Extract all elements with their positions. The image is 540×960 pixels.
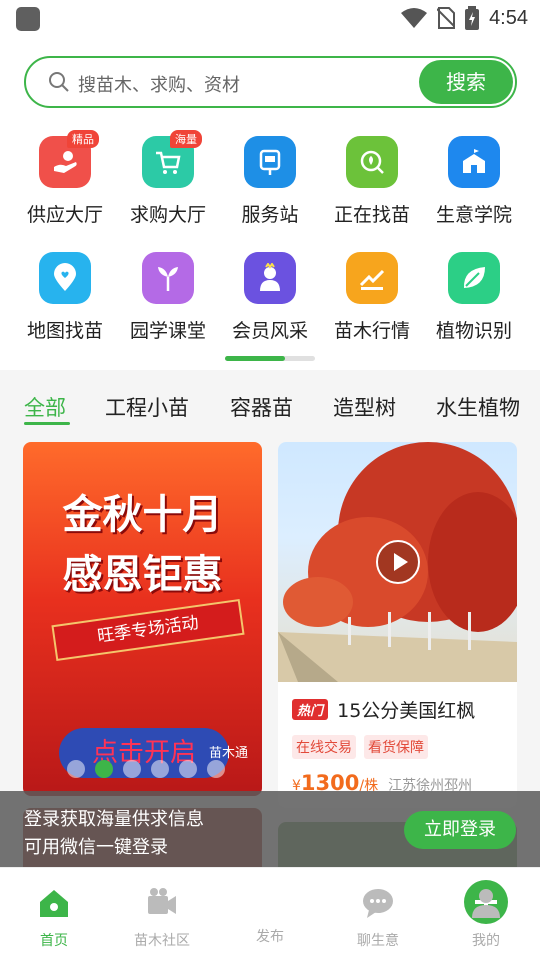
login-prompt-bar: 登录获取海量供求信息 可用微信一键登录 立即登录 <box>0 791 540 867</box>
search-leaf-icon <box>346 136 398 188</box>
carousel-dot[interactable] <box>207 760 225 778</box>
active-tab-indicator <box>24 422 70 425</box>
promo-ribbon: 旺季专场活动 <box>51 598 245 662</box>
nav-label: 苗木社区 <box>134 933 190 949</box>
home-icon <box>40 890 68 917</box>
login-prompt-line2: 可用微信一键登录 <box>24 837 168 858</box>
promo-logo: 苗木通 <box>208 746 248 761</box>
carousel-dot[interactable] <box>67 760 85 778</box>
shortcut-label: 求购大厅 <box>129 204 206 226</box>
school-icon <box>448 136 500 188</box>
carousel-dots <box>67 760 225 778</box>
tab-aquatic-plants[interactable]: 水生植物 <box>436 392 520 422</box>
product-card[interactable]: 热门 15公分美国红枫 在线交易 看货保障 ¥ 1300 /株 江苏徐州邳州 <box>278 442 517 808</box>
cart-icon: 海量 <box>142 130 202 188</box>
hand-icon: 精品 <box>39 130 99 188</box>
shortcut-member-showcase[interactable]: 会员风采 <box>217 252 323 343</box>
search-input[interactable]: 搜苗木、求购、资材 <box>78 71 240 97</box>
shortcut-plant-identify[interactable]: 植物识别 <box>421 252 527 343</box>
shortcut-label: 地图找苗 <box>26 320 103 342</box>
shortcut-supply-hall[interactable]: 精品 供应大厅 <box>12 130 118 227</box>
tab-engineering-seedlings[interactable]: 工程小苗 <box>105 392 189 422</box>
nav-chat[interactable]: 聊生意 <box>324 868 432 950</box>
chat-icon <box>363 889 393 918</box>
promo-banner[interactable]: 金秋十月 感恩钜惠 旺季专场活动 点击开启 苗木通 <box>23 442 262 796</box>
profile-icon <box>472 889 500 918</box>
product-title: 15公分美国红枫 <box>337 700 476 722</box>
shortcut-label: 生意学院 <box>435 204 512 226</box>
shortcut-label: 正在找苗 <box>333 204 410 226</box>
shortcut-label: 供应大厅 <box>26 204 103 226</box>
login-prompt-line1: 登录获取海量供求信息 <box>24 809 204 830</box>
shortcut-purchase-hall[interactable]: 海量 求购大厅 <box>115 130 221 227</box>
shortcut-business-school[interactable]: 生意学院 <box>421 136 527 227</box>
shortcut-garden-class[interactable]: 园学课堂 <box>115 252 221 343</box>
sprout-icon <box>142 252 194 304</box>
tab-container-seedlings[interactable]: 容器苗 <box>230 392 293 422</box>
member-icon <box>244 252 296 304</box>
bottom-nav: 首页 苗木社区 发布 聊生意 我的 <box>0 867 540 960</box>
notification-icon <box>16 7 40 31</box>
carousel-dot[interactable] <box>179 760 197 778</box>
tag-online-trade: 在线交易 <box>292 735 356 759</box>
play-icon[interactable] <box>376 540 420 584</box>
nav-home[interactable]: 首页 <box>0 868 108 950</box>
shortcut-label: 园学课堂 <box>129 320 206 342</box>
clock: 4:54 <box>489 6 528 29</box>
tab-all[interactable]: 全部 <box>24 392 66 422</box>
search-button[interactable]: 搜索 <box>419 60 513 104</box>
shortcut-map-search[interactable]: 地图找苗 <box>12 252 118 343</box>
grid-page-indicator <box>225 356 315 361</box>
wifi-icon <box>401 8 428 28</box>
promo-subheadline: 感恩钜惠 <box>62 551 223 598</box>
product-video-thumbnail[interactable] <box>278 442 517 682</box>
shortcut-market-trends[interactable]: 苗木行情 <box>319 252 425 343</box>
shortcut-label: 苗木行情 <box>333 320 410 342</box>
promo-headline: 金秋十月 <box>62 491 223 538</box>
no-sim-icon <box>437 7 456 29</box>
nav-label: 聊生意 <box>357 933 399 949</box>
video-icon <box>148 888 176 914</box>
login-button[interactable]: 立即登录 <box>404 811 516 849</box>
nav-profile[interactable]: 我的 <box>432 868 540 950</box>
tab-shaped-trees[interactable]: 造型树 <box>333 392 396 422</box>
category-tabs: 全部 工程小苗 容器苗 造型树 水生植物 <box>0 378 540 430</box>
hot-badge: 热门 <box>292 699 329 720</box>
nav-label: 我的 <box>472 933 500 949</box>
badge-premium: 精品 <box>67 130 99 148</box>
carousel-dot-active[interactable] <box>95 760 113 778</box>
tag-inspection-guarantee: 看货保障 <box>364 735 428 759</box>
search-icon <box>49 72 69 92</box>
leaf-icon <box>448 252 500 304</box>
shortcut-service-station[interactable]: 服务站 <box>217 136 323 227</box>
nav-publish[interactable]: 发布 <box>216 868 508 946</box>
map-pin-icon <box>39 252 91 304</box>
badge-volume: 海量 <box>170 130 202 148</box>
shortcut-label: 服务站 <box>241 204 299 226</box>
nav-label: 首页 <box>40 933 68 949</box>
shortcut-label: 植物识别 <box>435 320 512 342</box>
carousel-dot[interactable] <box>123 760 141 778</box>
battery-icon <box>465 6 480 30</box>
status-bar: 4:54 <box>0 0 540 40</box>
kiosk-icon <box>244 136 296 188</box>
nav-community[interactable]: 苗木社区 <box>108 868 216 950</box>
nav-label: 发布 <box>256 929 284 945</box>
shortcut-label: 会员风采 <box>231 320 308 342</box>
home-header: 搜苗木、求购、资材 搜索 精品 供应大厅 海量 求购大厅 服务站 正在找苗 生意… <box>0 40 540 370</box>
shortcut-finding-seedlings[interactable]: 正在找苗 <box>319 136 425 227</box>
trend-icon <box>346 252 398 304</box>
search-bar[interactable]: 搜苗木、求购、资材 搜索 <box>24 56 517 108</box>
carousel-dot[interactable] <box>151 760 169 778</box>
